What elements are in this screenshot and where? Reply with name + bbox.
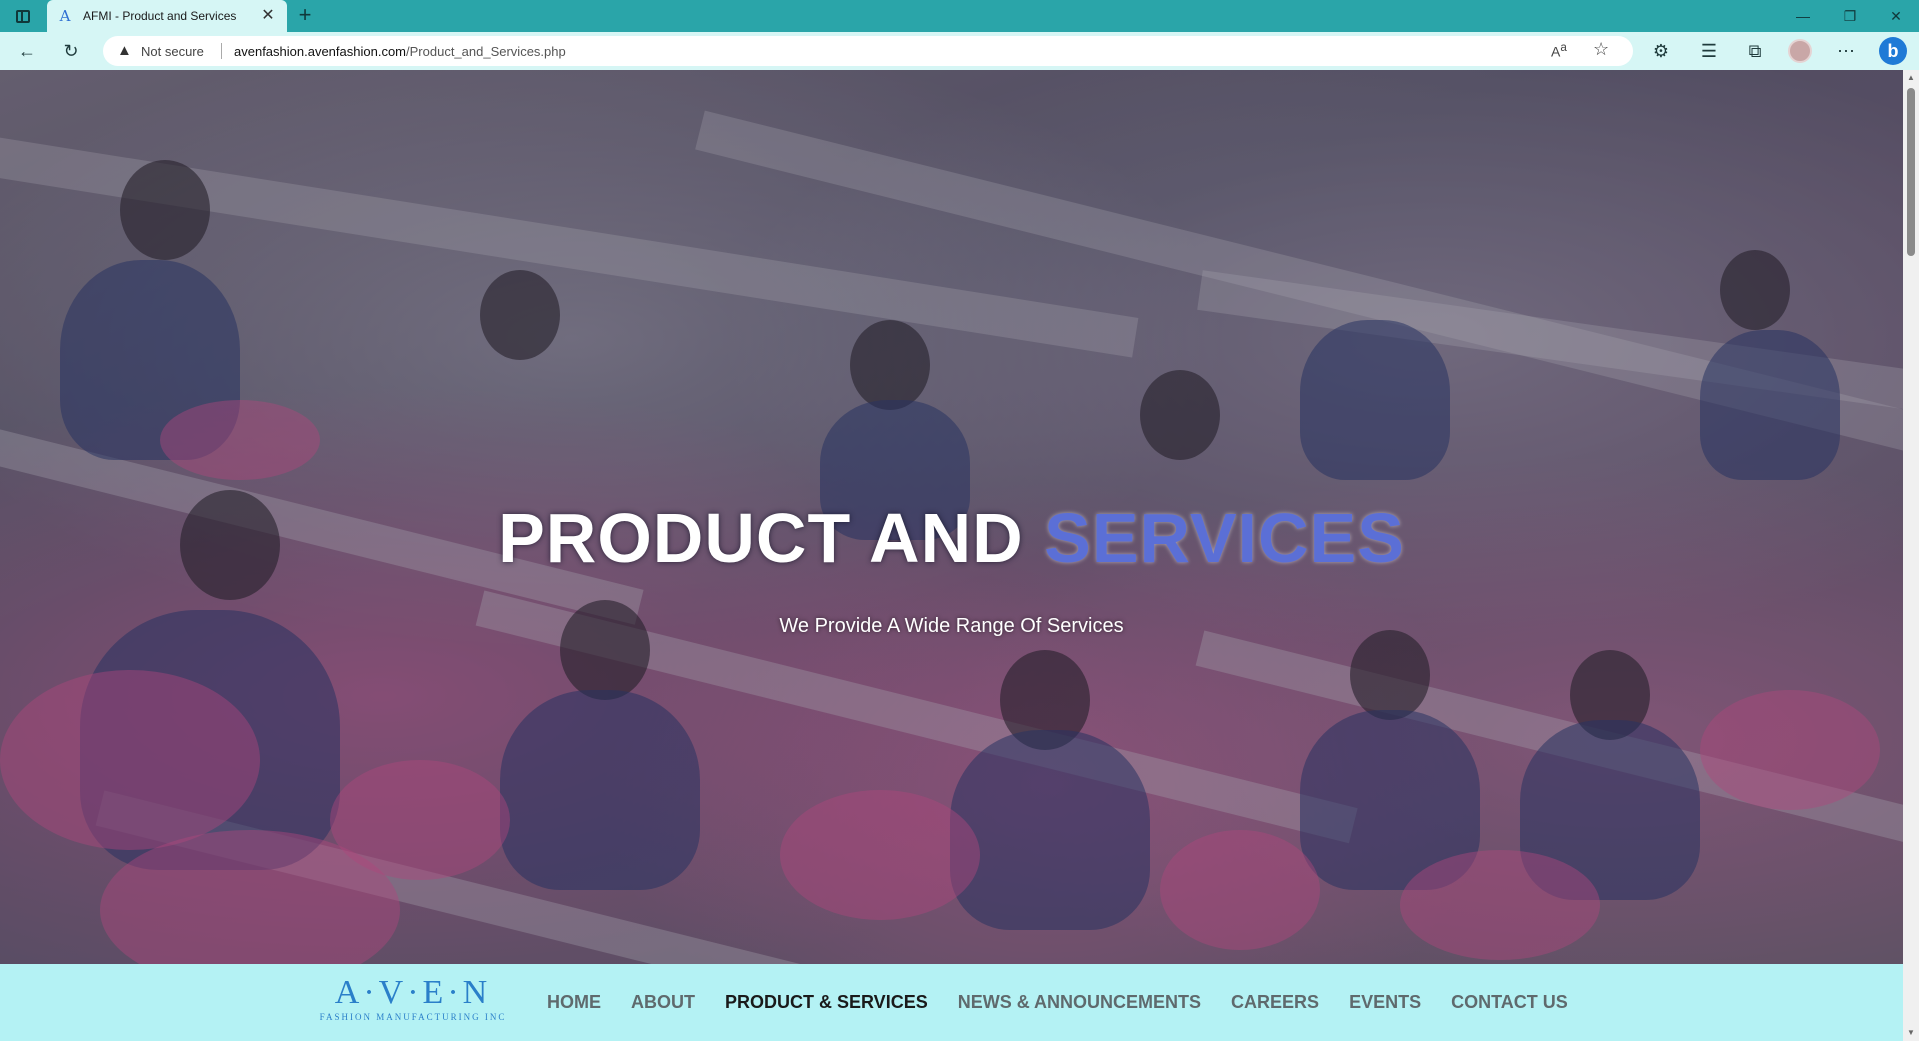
nav-product-services[interactable]: PRODUCT & SERVICES bbox=[725, 992, 928, 1013]
page-subtitle: We Provide A Wide Range Of Services bbox=[779, 615, 1124, 637]
browser-tab[interactable]: A AFMI - Product and Services ✕ bbox=[47, 0, 287, 32]
url-path: /Product_and_Services.php bbox=[406, 44, 566, 59]
nav-contact[interactable]: CONTACT US bbox=[1451, 992, 1568, 1013]
hero-banner: PRODUCT AND SERVICES We Provide A Wide R… bbox=[0, 70, 1903, 964]
tab-close-icon[interactable]: ✕ bbox=[259, 7, 277, 25]
tab-actions-icon[interactable] bbox=[12, 6, 34, 26]
new-tab-icon[interactable]: + bbox=[294, 4, 316, 27]
logo-mark: A·V·E·N bbox=[334, 974, 492, 1011]
collections-icon[interactable]: ⧉ bbox=[1742, 39, 1768, 63]
scroll-down-icon[interactable]: ▼ bbox=[1907, 1029, 1915, 1037]
nav-events[interactable]: EVENTS bbox=[1349, 992, 1421, 1013]
address-bar[interactable]: ▲ Not secure avenfashion.avenfashion.com… bbox=[103, 36, 1633, 66]
favorite-star-icon[interactable]: ☆ bbox=[1593, 39, 1609, 60]
nav-home[interactable]: HOME bbox=[547, 992, 601, 1013]
browser-toolbar: ← ↻ ▲ Not secure avenfashion.avenfashion… bbox=[0, 32, 1919, 70]
scrollbar-thumb[interactable] bbox=[1907, 88, 1915, 256]
nav-careers[interactable]: CAREERS bbox=[1231, 992, 1319, 1013]
restore-icon[interactable]: ❐ bbox=[1835, 4, 1865, 28]
bing-icon[interactable]: b bbox=[1879, 37, 1907, 65]
profile-avatar[interactable] bbox=[1788, 39, 1812, 63]
minimize-icon[interactable]: — bbox=[1788, 4, 1818, 28]
url-domain: avenfashion.avenfashion.com bbox=[234, 44, 407, 59]
page-title-main: PRODUCT AND bbox=[498, 499, 1045, 577]
site-favicon-icon: A bbox=[59, 7, 71, 25]
scroll-up-icon[interactable]: ▲ bbox=[1907, 74, 1915, 82]
url-text[interactable]: avenfashion.avenfashion.com/Product_and_… bbox=[234, 44, 566, 59]
favorites-icon[interactable]: ☰ bbox=[1696, 39, 1722, 63]
page-title-accent: SERVICES bbox=[1044, 499, 1405, 577]
security-label[interactable]: Not secure bbox=[141, 44, 204, 59]
extensions-icon[interactable]: ⚙ bbox=[1648, 39, 1674, 63]
address-separator bbox=[221, 43, 222, 59]
back-icon[interactable]: ← bbox=[14, 39, 40, 63]
more-icon[interactable]: ⋯ bbox=[1833, 39, 1859, 63]
warning-icon[interactable]: ▲ bbox=[117, 42, 135, 60]
browser-tab-bar: A AFMI - Product and Services ✕ + — ❐ ✕ bbox=[0, 0, 1919, 32]
window-close-icon[interactable]: ✕ bbox=[1881, 4, 1911, 28]
page-scrollbar[interactable]: ▲ ▼ bbox=[1903, 70, 1919, 1041]
refresh-icon[interactable]: ↻ bbox=[58, 39, 84, 63]
nav-news[interactable]: NEWS & ANNOUNCEMENTS bbox=[958, 992, 1201, 1013]
site-navbar: A·V·E·N FASHION MANUFACTURING INC HOME A… bbox=[0, 964, 1903, 1041]
logo-subtitle: FASHION MANUFACTURING INC bbox=[319, 1012, 507, 1022]
main-nav: HOME ABOUT PRODUCT & SERVICES NEWS & ANN… bbox=[547, 964, 1568, 1041]
tab-title: AFMI - Product and Services bbox=[83, 9, 237, 23]
nav-about[interactable]: ABOUT bbox=[631, 992, 695, 1013]
page-title: PRODUCT AND SERVICES bbox=[0, 498, 1903, 578]
site-logo[interactable]: A·V·E·N FASHION MANUFACTURING INC bbox=[317, 974, 509, 1023]
page-viewport: PRODUCT AND SERVICES We Provide A Wide R… bbox=[0, 70, 1903, 1041]
read-aloud-icon[interactable]: Aa bbox=[1551, 41, 1567, 60]
